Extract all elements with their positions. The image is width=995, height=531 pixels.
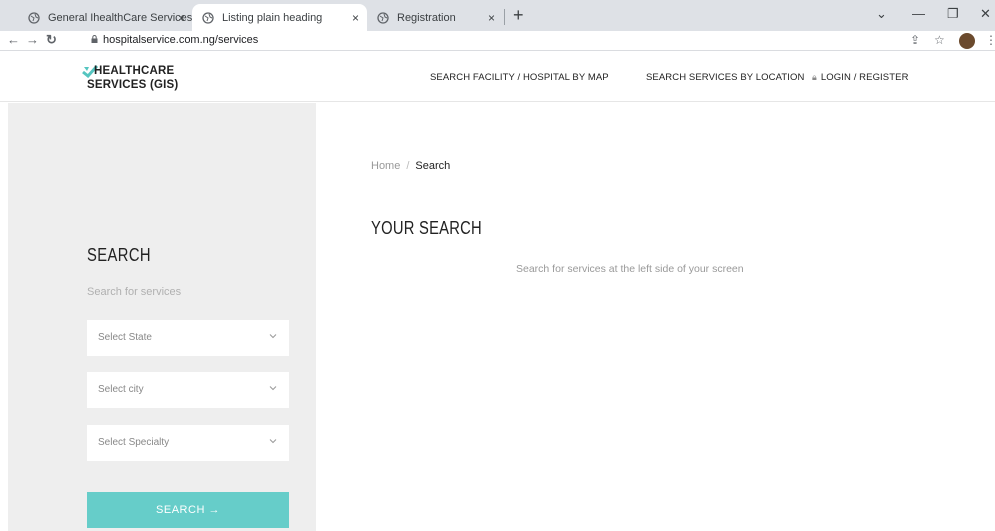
tab-divider [504,9,505,25]
search-button-label: SEARCH → [156,504,220,516]
url-field[interactable]: hospitalservice.com.ng/services [103,34,258,46]
search-hint-text: Search for services at the left side of … [516,263,744,275]
restore-icon[interactable]: ❐ [947,6,959,22]
close-tab-icon[interactable]: × [178,11,185,25]
select-placeholder: Select city [98,384,144,395]
globe-icon [28,11,40,24]
new-tab-button[interactable]: + [513,5,524,26]
chevron-down-icon [269,386,277,391]
tab-search-icon[interactable]: ⌄ [876,6,887,22]
site-header: HEALTHCARE SERVICES (GIS) SEARCH FACILIT… [0,52,995,102]
select-placeholder: Select Specialty [98,437,170,448]
share-icon[interactable]: ⇪ [910,33,920,47]
logo-subtext: SERVICES (GIS) [87,79,179,91]
nav-login-label: LOGIN / REGISTER [820,72,909,83]
nav-search-by-map[interactable]: SEARCH FACILITY / HOSPITAL BY MAP [430,72,609,83]
select-placeholder: Select State [98,332,152,343]
bookmark-star-icon[interactable]: ☆ [934,33,945,47]
state-select[interactable]: Select State [87,320,289,356]
sidebar-title: SEARCH [87,245,151,265]
page-title: YOUR SEARCH [371,218,482,238]
address-bar: ← → ↻ hospitalservice.com.ng/services ⇪ … [0,31,995,51]
minimize-icon[interactable]: — [912,6,925,21]
back-icon[interactable]: ← [7,32,20,47]
tab-title: Registration [397,11,456,24]
breadcrumb: Home / Search [371,160,450,172]
specialty-select[interactable]: Select Specialty [87,425,289,461]
search-sidebar: SEARCH Search for services Select State … [8,103,316,531]
forward-icon[interactable]: → [26,32,39,47]
globe-icon [377,11,389,24]
menu-kebab-icon[interactable]: ⋮ [985,33,995,47]
chevron-down-icon [269,334,277,339]
close-window-icon[interactable]: ✕ [980,6,991,22]
tab-title: Listing plain heading [222,11,323,24]
browser-tab[interactable]: Registration × [367,4,503,31]
nav-login-register[interactable]: 🔒︎ LOGIN / REGISTER [812,72,909,83]
browser-tab-bar: General IhealthCare Services × Listing p… [0,0,995,31]
search-button[interactable]: SEARCH → [87,492,289,528]
globe-icon [202,11,214,24]
lock-icon: 🔒︎ [812,72,817,82]
breadcrumb-separator: / [406,160,410,172]
sidebar-subtitle: Search for services [87,286,182,298]
browser-tab[interactable]: General IhealthCare Services × [18,4,193,31]
chevron-down-icon [269,439,277,444]
close-tab-icon[interactable]: × [352,11,359,25]
profile-avatar[interactable] [959,33,975,49]
close-tab-icon[interactable]: × [488,11,495,25]
logo-text: HEALTHCARE [94,65,175,77]
nav-search-by-location[interactable]: SEARCH SERVICES BY LOCATION [646,72,804,83]
breadcrumb-home[interactable]: Home [371,160,400,172]
browser-tab-active[interactable]: Listing plain heading × [192,4,367,31]
tab-title: General IhealthCare Services [48,11,193,24]
breadcrumb-current: Search [415,160,451,172]
lock-icon [91,35,98,43]
reload-icon[interactable]: ↻ [46,32,57,48]
city-select[interactable]: Select city [87,372,289,408]
